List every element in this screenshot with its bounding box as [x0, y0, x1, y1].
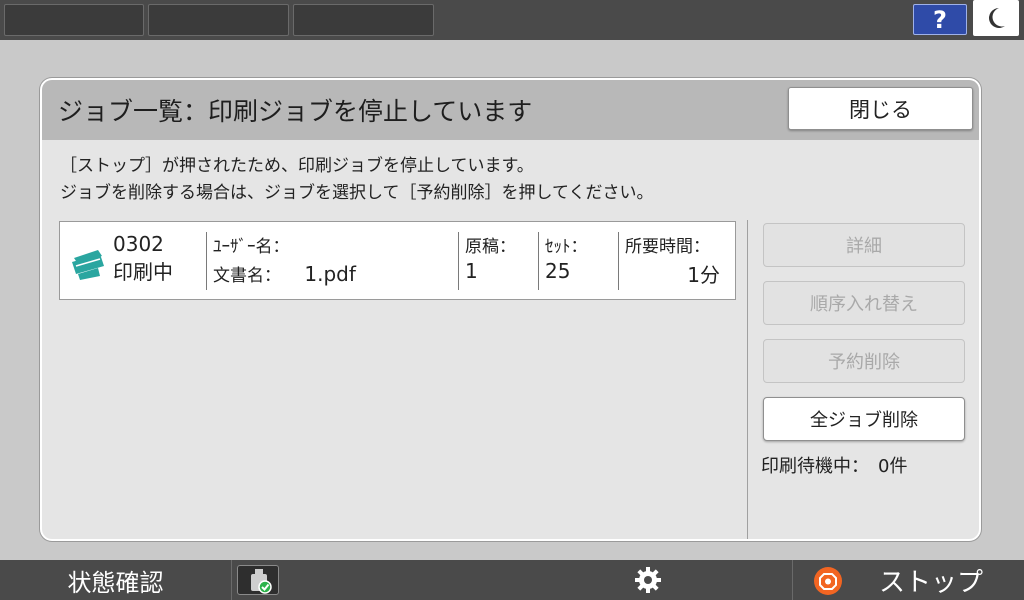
document-name-value: 1.pdf: [304, 262, 356, 286]
job-info-cell: ﾕｰｻﾞｰ名： 文書名： 1.pdf: [213, 232, 453, 290]
gear-icon[interactable]: [634, 566, 662, 594]
close-button[interactable]: 閉じる: [788, 87, 973, 130]
originals-label: 原稿：: [465, 237, 516, 257]
originals-value: 1: [465, 259, 478, 283]
top-tab-2[interactable]: [148, 4, 289, 36]
column-divider: [538, 232, 539, 290]
time-value: 1分: [687, 263, 720, 287]
message-line-1: ［ストップ］が押されたため、印刷ジョブを停止しています。: [60, 156, 534, 176]
sets-cell: ｾｯﾄ： 25: [545, 232, 615, 290]
job-status: 印刷中: [113, 260, 173, 284]
job-id-cell: 0302 印刷中: [113, 232, 203, 290]
column-divider: [618, 232, 619, 290]
time-cell: 所要時間： 1分: [625, 232, 720, 290]
media-button[interactable]: [237, 565, 279, 595]
help-icon: ?: [933, 5, 947, 34]
stop-label: ストップ: [879, 568, 984, 598]
energy-saver-button[interactable]: [973, 0, 1019, 36]
stop-message: ［ストップ］が押されたため、印刷ジョブを停止しています。 ジョブを削除する場合は…: [60, 153, 653, 207]
sets-value: 25: [545, 259, 571, 283]
delete-reserved-button[interactable]: 予約削除: [763, 339, 965, 383]
job-row[interactable]: 0302 印刷中 ﾕｰｻﾞｰ名： 文書名： 1.pdf 原稿： 1 ｾｯﾄ： 2…: [59, 221, 736, 300]
dialog-title: ジョブ一覧：印刷ジョブを停止しています: [58, 97, 533, 126]
top-bar: ?: [0, 0, 1024, 40]
job-number: 0302: [113, 232, 164, 256]
details-button[interactable]: 詳細: [763, 223, 965, 267]
message-line-2: ジョブを削除する場合は、ジョブを選択して［予約削除］を押してください。: [60, 183, 654, 203]
panel-divider: [747, 220, 748, 539]
moon-icon: [989, 8, 1005, 28]
status-check-button[interactable]: 状態確認: [0, 560, 232, 600]
stop-button[interactable]: ストップ: [792, 560, 1024, 600]
top-tab-3[interactable]: [293, 4, 434, 36]
stop-icon: [814, 567, 842, 595]
delete-all-jobs-button[interactable]: 全ジョブ削除: [763, 397, 965, 441]
top-tab-1[interactable]: [4, 4, 144, 36]
usb-media-icon: [251, 569, 272, 594]
bottom-bar: 状態確認 ストップ: [0, 560, 1024, 600]
job-list-dialog: ジョブ一覧：印刷ジョブを停止しています 閉じる ［ストップ］が押されたため、印刷…: [40, 78, 981, 541]
document-name-label: 文書名：: [213, 266, 281, 286]
queue-status: 印刷待機中： 0件: [761, 456, 908, 477]
reorder-button[interactable]: 順序入れ替え: [763, 281, 965, 325]
help-button[interactable]: ?: [913, 4, 967, 35]
sets-label: ｾｯﾄ：: [545, 237, 588, 257]
time-label: 所要時間：: [625, 237, 710, 257]
originals-cell: 原稿： 1: [465, 232, 535, 290]
column-divider: [458, 232, 459, 290]
user-name-label: ﾕｰｻﾞｰ名：: [213, 237, 290, 257]
dialog-header: ジョブ一覧：印刷ジョブを停止しています 閉じる: [42, 80, 979, 140]
printer-icon: [72, 250, 104, 280]
column-divider: [206, 232, 207, 290]
